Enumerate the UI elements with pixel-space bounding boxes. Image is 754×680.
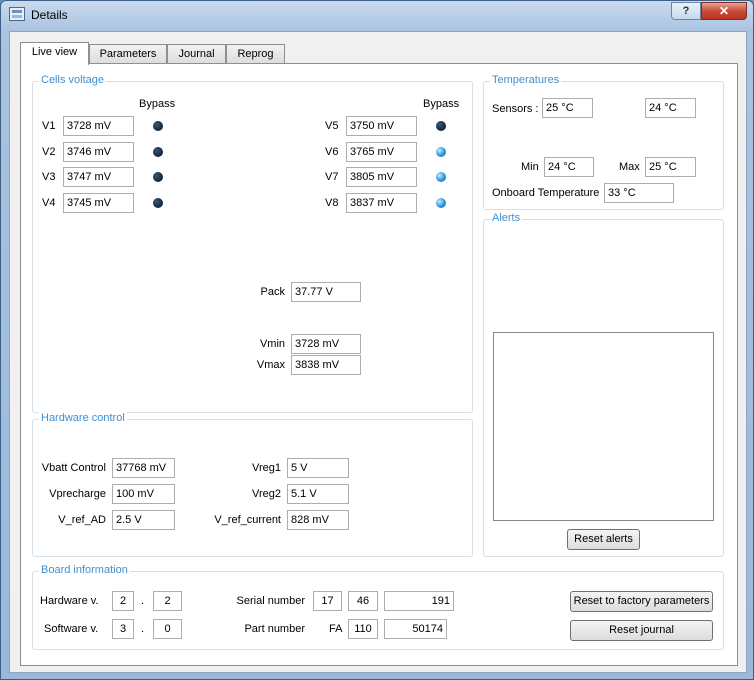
window-title: Details [31,8,68,22]
software-version-dot: . [141,623,145,635]
cell-label-v2: V2 [42,146,56,158]
serial-number-3[interactable]: 191 [384,591,454,611]
bypass-led-v1 [153,121,163,131]
vreg1-label: Vreg1 [252,462,281,474]
title-bar[interactable]: Details ? ✕ [1,1,753,29]
software-version-minor[interactable]: 0 [153,619,182,639]
part-number-1[interactable]: 110 [348,619,378,639]
max-temp-value[interactable]: 25 °C [645,157,696,177]
app-icon [9,7,25,21]
hardware-version-dot: . [141,595,145,607]
serial-number-label: Serial number [236,595,305,607]
cell-label-v8: V8 [325,197,339,209]
vreg2-value[interactable]: 5.1 V [287,484,349,504]
vreg1-value[interactable]: 5 V [287,458,349,478]
vmin-label: Vmin [259,338,285,350]
vbatt-control-value[interactable]: 37768 mV [112,458,175,478]
client-area: Live view Parameters Journal Reprog Cell… [9,31,747,673]
sensor-2-value[interactable]: 24 °C [645,98,696,118]
min-temp-label: Min [521,161,539,173]
onboard-temp-label: Onboard Temperature [492,187,600,199]
vmax-value[interactable]: 3838 mV [291,355,361,375]
cell-label-v1: V1 [42,120,56,132]
cells-voltage-group: Cells voltage Bypass Bypass V1 3728 mV V… [32,74,473,413]
hardware-control-title: Hardware control [39,412,127,424]
vbatt-control-label: Vbatt Control [41,462,106,474]
alerts-title: Alerts [490,212,523,224]
software-version-major[interactable]: 3 [112,619,134,639]
board-information-title: Board information [39,564,130,576]
cell-label-v6: V6 [325,146,339,158]
cell-value-v4[interactable]: 3745 mV [63,193,134,213]
bypass-led-v6 [436,147,446,157]
cell-value-v7[interactable]: 3805 mV [346,167,417,187]
hardware-version-label: Hardware v. [40,595,99,607]
cell-label-v5: V5 [325,120,339,132]
cell-label-v7: V7 [325,171,339,183]
cell-label-v3: V3 [42,171,56,183]
temperatures-title: Temperatures [490,74,562,86]
bypass-led-v2 [153,147,163,157]
bypass-led-v8 [436,198,446,208]
software-version-label: Software v. [44,623,99,635]
sensors-label: Sensors : [492,103,539,115]
cell-value-v8[interactable]: 3837 mV [346,193,417,213]
cell-label-v4: V4 [42,197,56,209]
reset-journal-button[interactable]: Reset journal [570,620,713,641]
cell-value-v3[interactable]: 3747 mV [63,167,134,187]
cell-value-v6[interactable]: 3765 mV [346,142,417,162]
pack-label: Pack [260,286,285,298]
onboard-temp-value[interactable]: 33 °C [604,183,674,203]
part-number-prefix: FA [329,623,343,635]
vref-ad-value[interactable]: 2.5 V [112,510,175,530]
temperatures-group: Temperatures Sensors : 25 °C 24 °C Min 2… [483,74,724,210]
pack-value[interactable]: 37.77 V [291,282,361,302]
vmin-value[interactable]: 3728 mV [291,334,361,354]
vref-ad-label: V_ref_AD [58,514,106,526]
serial-number-1[interactable]: 17 [313,591,342,611]
vreg2-label: Vreg2 [252,488,281,500]
bypass-led-v4 [153,198,163,208]
bypass-led-v3 [153,172,163,182]
alerts-list[interactable] [493,332,714,521]
cell-value-v5[interactable]: 3750 mV [346,116,417,136]
help-button[interactable]: ? [671,2,701,20]
cells-voltage-title: Cells voltage [39,74,106,86]
hardware-version-minor[interactable]: 2 [153,591,182,611]
sensor-1-value[interactable]: 25 °C [542,98,593,118]
tab-live-view[interactable]: Live view [20,42,89,65]
details-window: Details ? ✕ Live view Parameters Journal… [0,0,754,680]
vref-current-value[interactable]: 828 mV [287,510,349,530]
hardware-control-group: Hardware control Vbatt Control 37768 mV … [32,412,473,557]
part-number-label: Part number [244,623,305,635]
vref-current-label: V_ref_current [214,514,281,526]
close-button[interactable]: ✕ [701,2,747,20]
bypass-label-left: Bypass [139,98,176,110]
bypass-label-right: Bypass [423,98,460,110]
cell-value-v1[interactable]: 3728 mV [63,116,134,136]
bypass-led-v5 [436,121,446,131]
tab-journal[interactable]: Journal [167,44,226,64]
live-view-page: Cells voltage Bypass Bypass V1 3728 mV V… [20,63,738,666]
vmax-label: Vmax [256,359,285,371]
cell-value-v2[interactable]: 3746 mV [63,142,134,162]
part-number-2[interactable]: 50174 [384,619,447,639]
max-temp-label: Max [619,161,640,173]
tab-parameters[interactable]: Parameters [89,44,167,64]
serial-number-2[interactable]: 46 [348,591,378,611]
reset-alerts-button[interactable]: Reset alerts [567,529,640,550]
reset-factory-parameters-button[interactable]: Reset to factory parameters [570,591,713,612]
vprecharge-label: Vprecharge [49,488,106,500]
board-information-group: Board information Hardware v. 2 . 2 Soft… [32,564,724,650]
min-temp-value[interactable]: 24 °C [544,157,594,177]
alerts-group: Alerts Reset alerts [483,212,724,557]
hardware-version-major[interactable]: 2 [112,591,134,611]
vprecharge-value[interactable]: 100 mV [112,484,175,504]
tab-reprog[interactable]: Reprog [226,44,285,64]
bypass-led-v7 [436,172,446,182]
